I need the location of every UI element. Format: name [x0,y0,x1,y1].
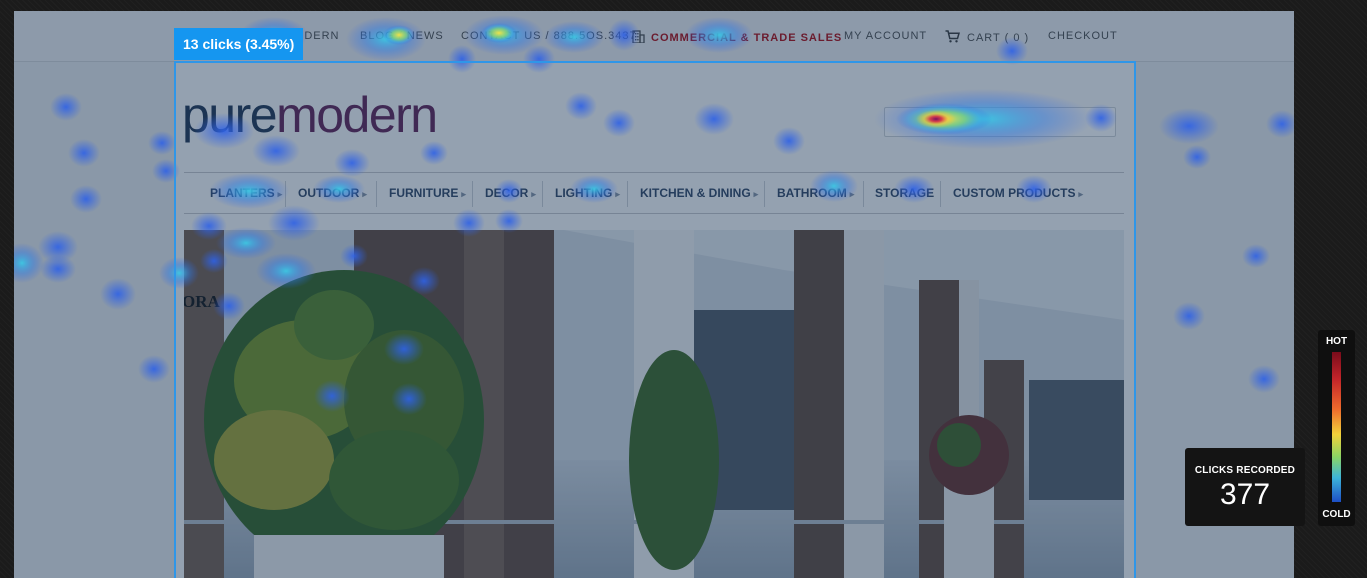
nav-item-bathroom[interactable]: BATHROOM ▸ [777,186,854,200]
nav-label: PLANTERS [210,186,275,200]
nav-item-lighting[interactable]: LIGHTING ▸ [555,186,620,200]
top-link-checkout[interactable]: CHECKOUT [1048,30,1118,42]
nav-item-outdoor[interactable]: OUTDOOR ▸ [298,186,367,200]
cart-icon [945,30,960,43]
caret-icon: ▸ [362,189,367,199]
nav-item-planters[interactable]: PLANTERS ▸ [210,186,282,200]
nav-label: BATHROOM [777,186,847,200]
page-frame: PURE MODERN BLOG / NEWS CONTACT US / 888… [14,11,1294,578]
top-link-cart[interactable]: CART ( 0 ) [945,30,1029,44]
clicks-recorded-panel: CLICKS RECORDED 377 [1185,448,1305,526]
legend-cold-label: COLD [1322,509,1351,520]
caret-icon: ▸ [753,189,759,199]
nav-divider [376,181,377,207]
nav-item-kitchen-dining[interactable]: KITCHEN & DINING ▸ [640,186,758,200]
nav-divider [627,181,628,207]
cart-label: CART ( 0 ) [967,32,1030,44]
nav-label: FURNITURE [389,186,459,200]
top-link-commercial[interactable]: COMMERCIAL & TRADE SALES [632,30,842,44]
nav-label: DECOR [485,186,529,200]
caret-icon: ▸ [1078,189,1083,199]
nav-divider [940,181,941,207]
nav-divider [285,181,286,207]
top-link-contact[interactable]: CONTACT US / 888.5OS.3437 [461,30,637,42]
nav-divider [764,181,765,207]
nav-label: OUTDOOR [298,186,360,200]
legend-gradient-bar [1332,352,1341,502]
site-logo[interactable]: puremodern [182,87,438,143]
caret-icon: ▸ [277,189,283,199]
caret-icon: ▸ [615,189,620,199]
site-content: puremodern PLANTERS ▸ OUTDOOR ▸ FURNITURE ▸… [174,62,1134,578]
nav-divider [472,181,473,207]
nav-item-storage[interactable]: STORAGE [875,186,934,200]
heat-legend: HOT COLD [1318,330,1355,526]
top-link-blog[interactable]: BLOG / NEWS [360,30,444,42]
hero-sign-text: ORA [184,292,221,311]
building-icon [632,30,645,44]
legend-hot-label: HOT [1325,336,1348,347]
hero-illustration: ORA [184,230,1124,578]
nav-item-decor[interactable]: DECOR ▸ [485,186,536,200]
nav-label: CUSTOM PRODUCTS [953,186,1076,200]
trade-sales-label: TRADE SALES [753,32,843,44]
clicks-recorded-value: 377 [1219,478,1271,511]
top-link-account[interactable]: MY ACCOUNT [844,30,927,42]
nav-divider [542,181,543,207]
nav-item-furniture[interactable]: FURNITURE ▸ [389,186,466,200]
clicks-tooltip: 13 clicks (3.45%) [174,28,304,60]
nav-item-custom-products[interactable]: CUSTOM PRODUCTS ▸ [953,186,1083,200]
logo-modern: modern [276,87,438,143]
caret-icon: ▸ [849,189,855,199]
main-nav: PLANTERS ▸ OUTDOOR ▸ FURNITURE ▸ DECOR ▸ LIG… [184,172,1124,214]
nav-label: KITCHEN & DINING [640,186,751,200]
nav-divider [863,181,864,207]
search-input[interactable] [884,107,1116,137]
clicks-recorded-label: CLICKS RECORDED [1194,465,1296,476]
hero-image: ORA [184,230,1124,578]
caret-icon: ▸ [461,189,466,199]
nav-label: STORAGE [875,186,935,200]
caret-icon: ▸ [531,189,536,199]
nav-label: LIGHTING [555,186,613,200]
commercial-label: COMMERCIAL & [651,32,754,44]
logo-pure: pure [182,87,278,143]
